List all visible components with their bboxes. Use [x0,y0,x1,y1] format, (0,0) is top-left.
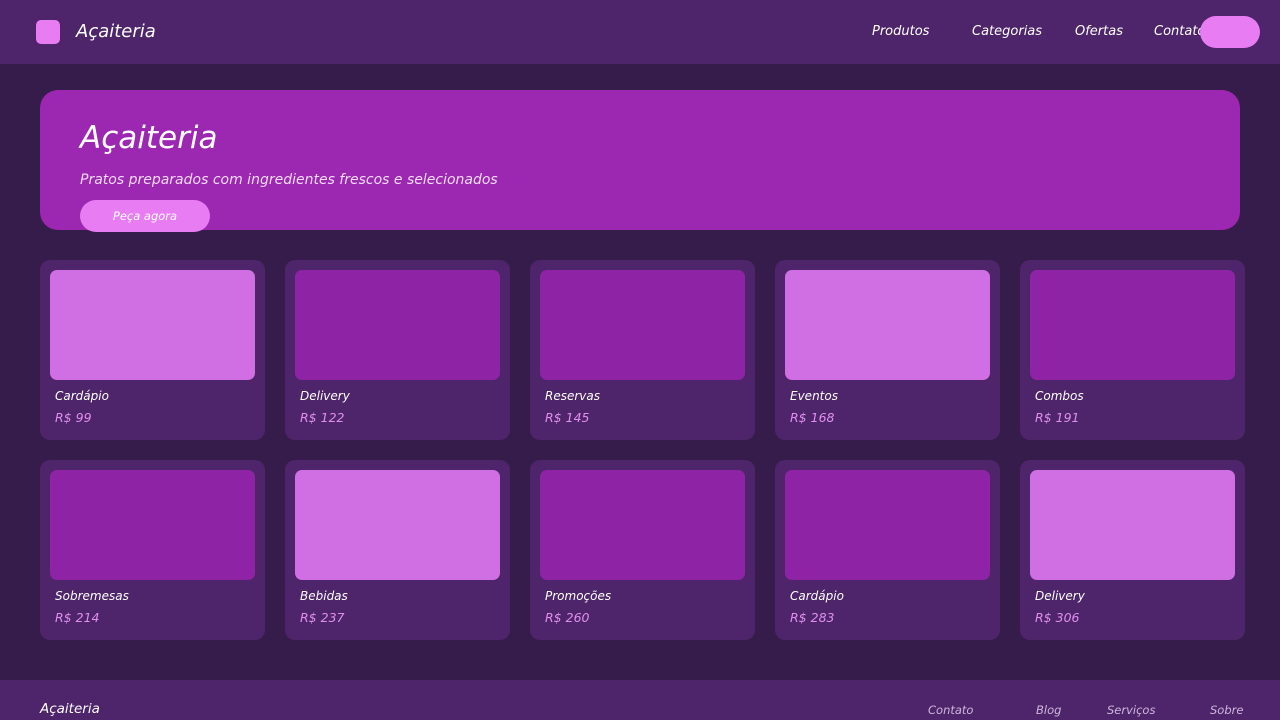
footer-link-servicos[interactable]: Serviços [1107,703,1155,717]
product-card[interactable]: Sobremesas R$ 214 [40,460,265,640]
product-name: Combos [1035,389,1084,403]
brand-name[interactable]: Açaiteria [76,20,156,44]
nav-link-produtos[interactable]: Produtos [872,24,929,40]
order-now-button[interactable]: Peça agora [80,200,210,232]
product-image [785,270,990,380]
product-price: R$ 306 [1035,610,1080,625]
logo-icon[interactable] [36,20,60,44]
product-price: R$ 191 [1035,410,1080,425]
product-name: Cardápio [55,389,109,403]
hero-title: Açaiteria [80,120,218,156]
product-image [1030,270,1235,380]
product-name: Sobremesas [55,589,129,603]
product-card[interactable]: Cardápio R$ 99 [40,260,265,440]
nav-link-ofertas[interactable]: Ofertas [1075,24,1123,40]
product-image [540,470,745,580]
product-image [295,270,500,380]
footer-brand: Açaiteria [40,701,100,717]
product-image [785,470,990,580]
product-card[interactable]: Reservas R$ 145 [530,260,755,440]
product-price: R$ 237 [300,610,345,625]
product-name: Promoções [545,589,612,603]
product-card[interactable]: Combos R$ 191 [1020,260,1245,440]
header-action-button[interactable] [1200,16,1260,48]
product-card[interactable]: Eventos R$ 168 [775,260,1000,440]
footer: Açaiteria Contato Blog Serviços Sobre [0,680,1280,720]
product-price: R$ 122 [300,410,345,425]
footer-link-blog[interactable]: Blog [1036,703,1061,717]
nav-link-categorias[interactable]: Categorias [972,24,1042,40]
footer-link-contato[interactable]: Contato [928,703,973,717]
product-name: Reservas [545,389,600,403]
product-price: R$ 99 [55,410,92,425]
hero-banner: Açaiteria Pratos preparados com ingredie… [40,90,1240,232]
product-price: R$ 260 [545,610,590,625]
product-card[interactable]: Bebidas R$ 237 [285,460,510,640]
product-card[interactable]: Promoções R$ 260 [530,460,755,640]
product-image [50,270,255,380]
product-image [50,470,255,580]
product-price: R$ 283 [790,610,835,625]
hero-subtitle: Pratos preparados com ingredientes fresc… [80,172,498,188]
footer-link-sobre[interactable]: Sobre [1210,703,1243,717]
product-price: R$ 168 [790,410,835,425]
product-image [295,470,500,580]
product-price: R$ 145 [545,410,590,425]
product-name: Bebidas [300,589,348,603]
product-image [540,270,745,380]
product-price: R$ 214 [55,610,100,625]
product-image [1030,470,1235,580]
product-card[interactable]: Delivery R$ 122 [285,260,510,440]
top-navbar: Açaiteria Produtos Categorias Ofertas Co… [0,0,1280,64]
nav-link-contato[interactable]: Contato [1154,24,1205,40]
product-card[interactable]: Delivery R$ 306 [1020,460,1245,640]
product-card[interactable]: Cardápio R$ 283 [775,460,1000,640]
product-name: Eventos [790,389,838,403]
product-name: Delivery [1035,589,1085,603]
product-name: Cardápio [790,589,844,603]
product-name: Delivery [300,389,350,403]
